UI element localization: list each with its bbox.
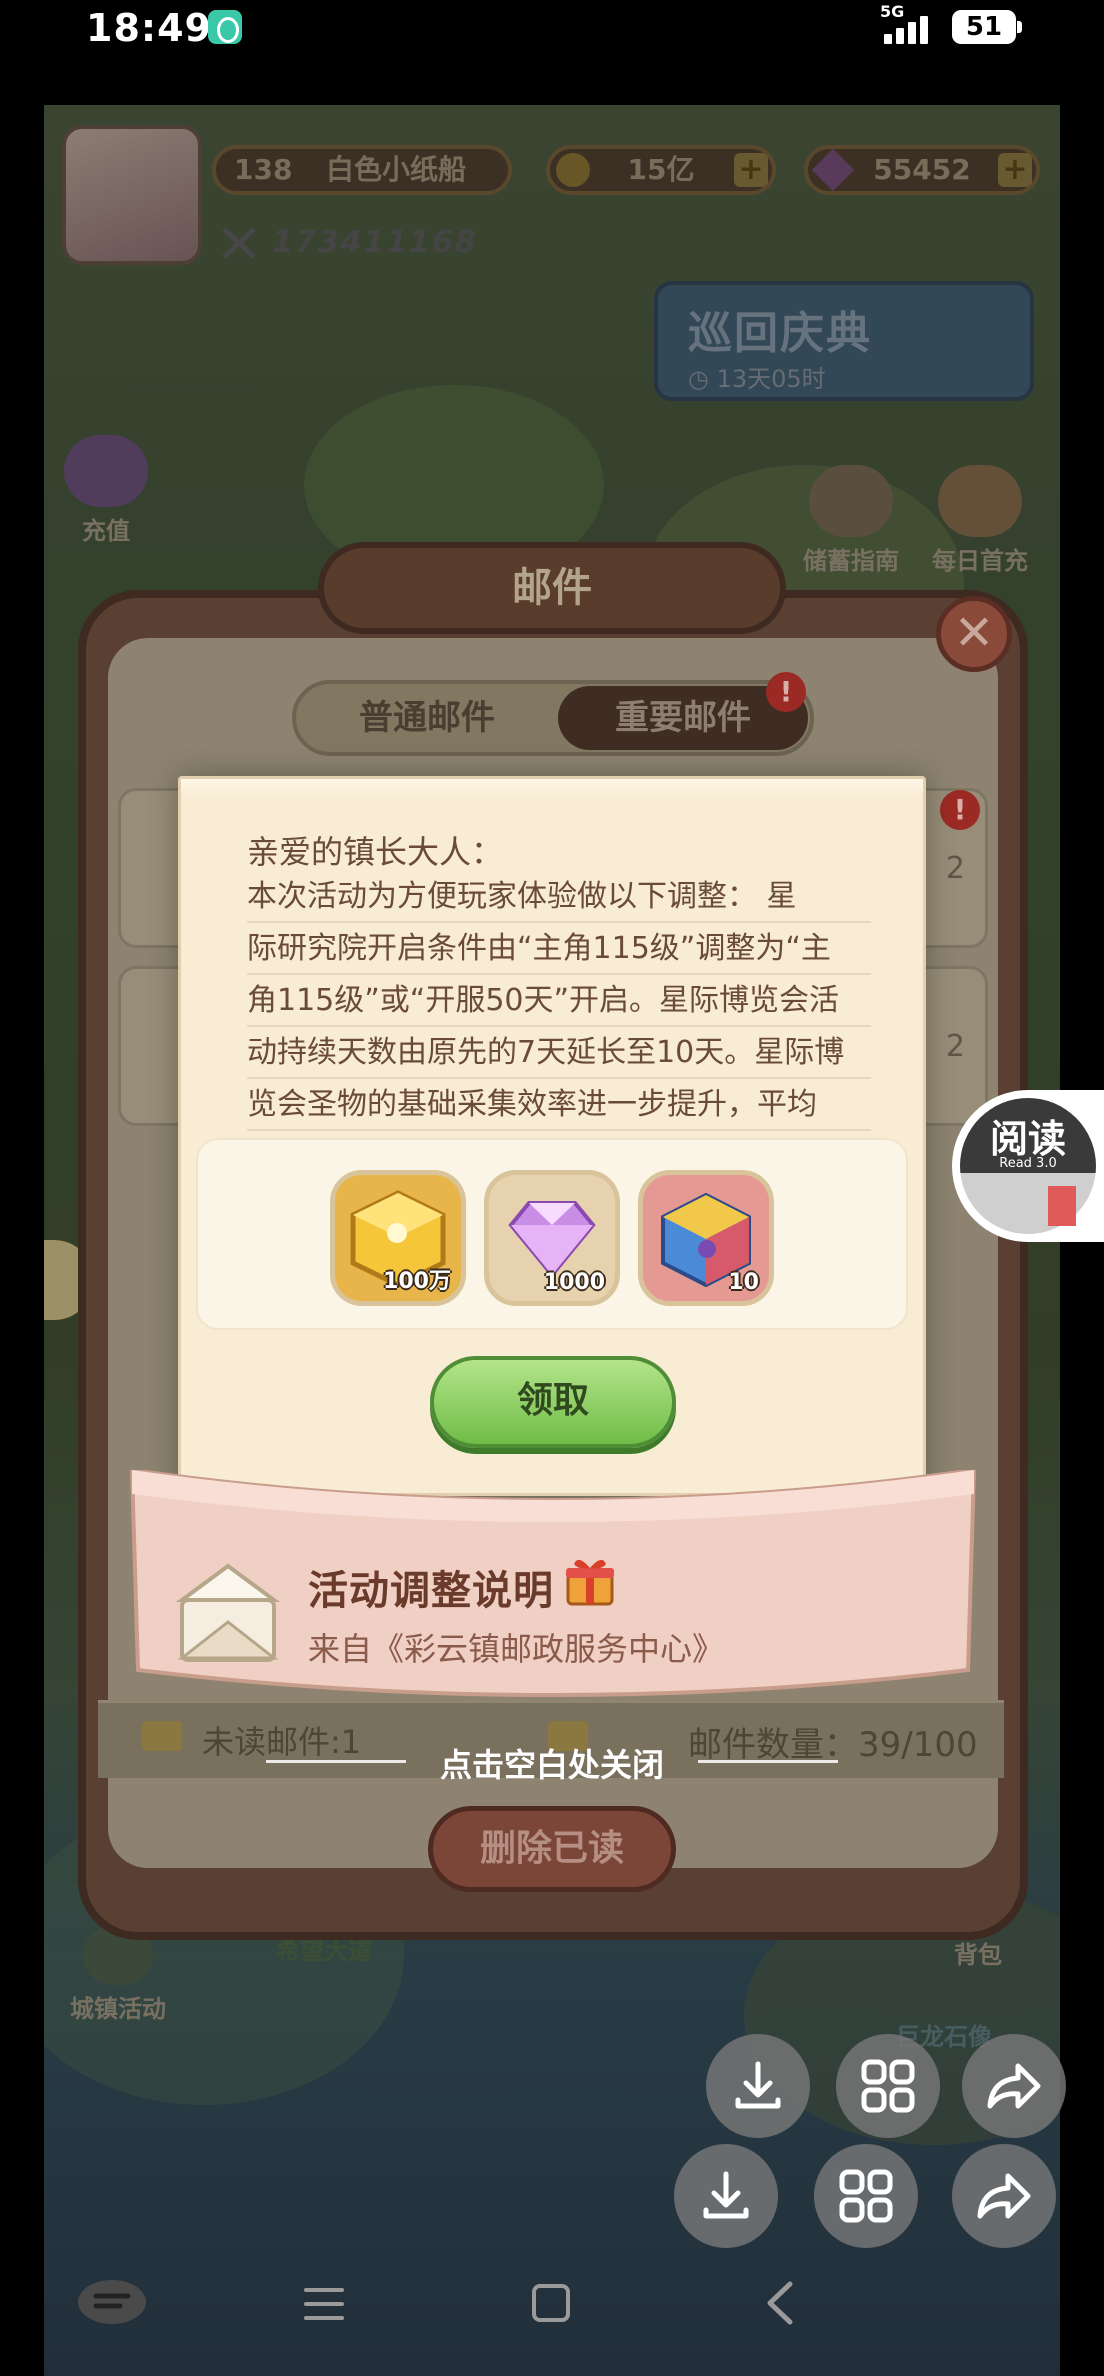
- letter-line: 角115级”或“开服50天”开启。星际博览会活: [247, 975, 871, 1027]
- mail-subject-row: 活动调整说明 来自《彩云镇邮政服务中心》: [174, 1548, 954, 1688]
- download-button[interactable]: [706, 2034, 810, 2138]
- mail-list-item-number: 2: [945, 851, 965, 886]
- mail-tabs: 普通邮件 重要邮件: [292, 680, 814, 756]
- apps-button[interactable]: [814, 2144, 918, 2248]
- close-icon[interactable]: ✕: [936, 596, 1012, 672]
- signal-icon: [884, 12, 940, 44]
- chat-icon[interactable]: [72, 2278, 152, 2332]
- reward-item[interactable]: 1000: [484, 1170, 620, 1306]
- status-bar: 18:49 5G 51: [0, 0, 1104, 70]
- grid-icon: [839, 2169, 893, 2223]
- reward-quantity: 100万: [383, 1269, 451, 1294]
- letter-line: 际研究院开启条件由“主角115级”调整为“主: [247, 923, 871, 975]
- reward-panel: 100万 1000 10: [196, 1138, 908, 1330]
- share-button[interactable]: [952, 2144, 1056, 2248]
- reading-app-icon: 阅读 Read 3.0: [960, 1098, 1096, 1234]
- share-button[interactable]: [962, 2034, 1066, 2138]
- download-icon: [703, 2171, 749, 2219]
- gift-icon: [566, 1559, 614, 1606]
- share-icon: [987, 2063, 1041, 2109]
- app-notification-icon: [208, 10, 242, 44]
- reward-quantity: 10: [728, 1270, 759, 1295]
- letter-salutation: 亲爱的镇长大人：: [247, 833, 504, 871]
- mail-subject: 活动调整说明: [308, 1568, 554, 1614]
- letter-line: 览会圣物的基础采集效率进一步提升，平均: [247, 1079, 871, 1131]
- tab-normal-mail[interactable]: 普通邮件: [302, 686, 552, 750]
- envelope-icon: [175, 1563, 281, 1662]
- mail-window-title: 邮件: [318, 542, 786, 634]
- mail-list-item-number: 2: [945, 1029, 965, 1064]
- screen: 18:49 5G 51 138 白色小纸船 173411168 15亿 + 55…: [0, 0, 1104, 2376]
- share-icon: [977, 2173, 1031, 2219]
- back-icon[interactable]: [762, 2280, 798, 2326]
- download-button[interactable]: [674, 2144, 778, 2248]
- grid-icon: [861, 2059, 915, 2113]
- mail-sender: 来自《彩云镇邮政服务中心》: [308, 1630, 725, 1668]
- download-icon: [735, 2061, 781, 2109]
- letter-line: 本次活动为方便玩家体验做以下调整： 星: [247, 871, 871, 923]
- reading-app-label: 阅读: [989, 1117, 1066, 1161]
- reward-item[interactable]: 100万: [330, 1170, 466, 1306]
- reward-quantity: 1000: [543, 1270, 605, 1295]
- reading-app-version: Read 3.0: [999, 1156, 1057, 1171]
- letter-top-edge: [181, 779, 923, 799]
- claim-button[interactable]: 领取: [430, 1356, 676, 1448]
- battery-icon: 51: [952, 10, 1022, 44]
- close-hint[interactable]: 点击空白处关闭: [0, 1740, 1104, 1786]
- apps-button[interactable]: [836, 2034, 940, 2138]
- important-tab-badge: !: [766, 672, 806, 712]
- clock: 18:49: [86, 6, 212, 50]
- reward-item[interactable]: 10: [638, 1170, 774, 1306]
- hint-divider: [698, 1760, 838, 1763]
- delete-read-button[interactable]: 删除已读: [428, 1806, 676, 1892]
- reading-app-bubble[interactable]: 阅读 Read 3.0: [952, 1090, 1104, 1242]
- menu-icon[interactable]: [302, 2284, 346, 2324]
- bookmark-icon: [1048, 1186, 1076, 1226]
- mail-item-badge: !: [940, 790, 980, 830]
- letter-line: 动持续天数由原先的7天延长至10天。星际博: [247, 1027, 871, 1079]
- home-icon[interactable]: [530, 2282, 572, 2324]
- navigation-bar: [0, 2244, 1104, 2376]
